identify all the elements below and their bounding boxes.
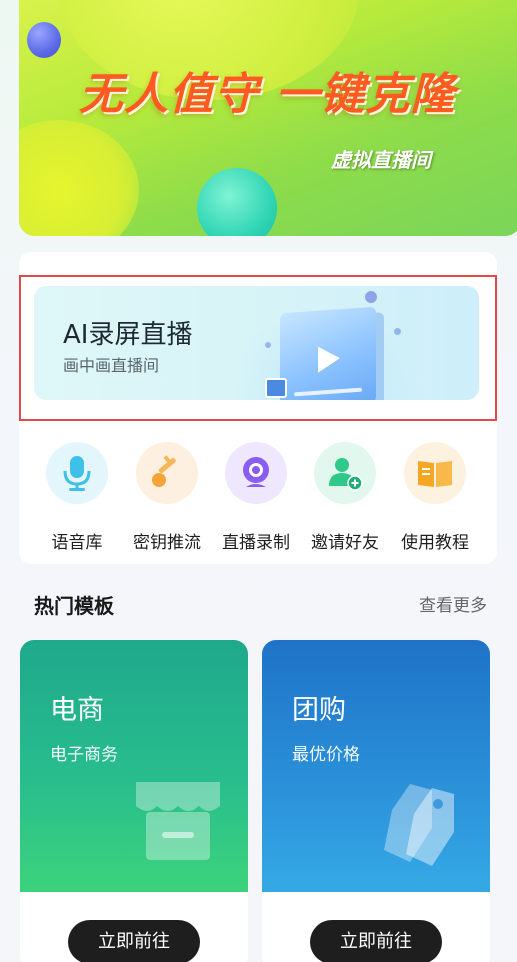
template-card-header: 团购 最优价格 [262, 640, 490, 892]
template-desc: 最优价格 [292, 745, 360, 765]
template-card-header: 电商 电子商务 [20, 640, 248, 892]
tool-label: 语音库 [51, 533, 103, 553]
promo-banner[interactable]: 无人值守 一键克隆 虚拟直播间 [19, 0, 517, 236]
view-more-link[interactable]: 查看更多 [419, 591, 487, 616]
tool-label: 直播录制 [222, 533, 290, 553]
template-card-ecommerce[interactable]: 电商 电子商务 立即前往 [20, 640, 248, 962]
banner-title: 无人值守 一键克隆 [79, 69, 456, 120]
tool-label: 密钥推流 [133, 533, 201, 553]
go-now-button[interactable]: 立即前往 [68, 920, 200, 962]
microphone-icon [46, 442, 108, 504]
section-title: 热门模板 [34, 594, 114, 618]
template-name: 电商 [50, 695, 104, 726]
banner-subtitle: 虚拟直播间 [331, 148, 431, 172]
storefront-icon [136, 782, 220, 860]
tool-tutorial[interactable]: 使用教程 [385, 438, 485, 554]
webcam-icon [225, 442, 287, 504]
banner-teal-ball [197, 168, 277, 236]
tool-invite-friends[interactable]: 邀请好友 [295, 438, 395, 554]
template-name: 团购 [292, 695, 346, 726]
quick-tools: 语音库 密钥推流 直播录制 邀请好友 使用教程 [29, 438, 489, 554]
tool-voice-library[interactable]: 语音库 [27, 438, 127, 554]
add-user-icon [314, 442, 376, 504]
key-icon [136, 442, 198, 504]
banner-blue-ball [27, 22, 61, 58]
template-desc: 电子商务 [50, 745, 118, 765]
tool-label: 使用教程 [401, 533, 469, 553]
tool-live-recording[interactable]: 直播录制 [206, 438, 306, 554]
go-now-button[interactable]: 立即前往 [310, 920, 442, 962]
book-icon [404, 442, 466, 504]
tool-label: 邀请好友 [311, 533, 379, 553]
tool-key-stream[interactable]: 密钥推流 [117, 438, 217, 554]
banner-decoration [19, 120, 139, 236]
price-tag-icon [384, 784, 454, 866]
highlight-frame [19, 275, 497, 421]
template-card-group-buy[interactable]: 团购 最优价格 立即前往 [262, 640, 490, 962]
